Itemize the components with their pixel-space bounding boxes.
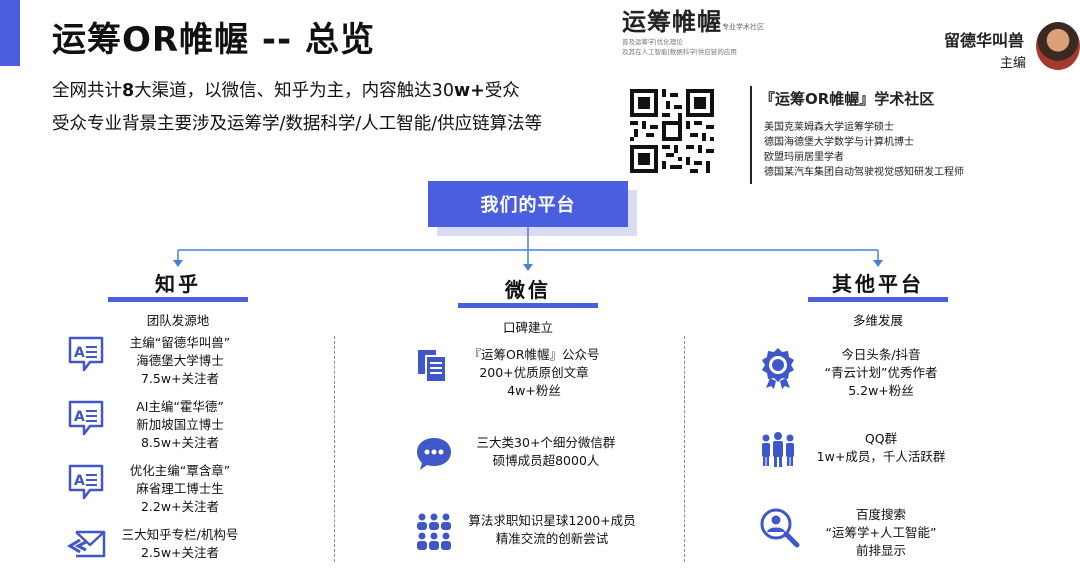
item-line: 5.2w+粉丝 <box>848 383 914 398</box>
logo-sub-2: 及其在人工智能|数据科学|供应链的应用 <box>622 48 737 56</box>
editor-role: 主编 <box>1000 56 1027 71</box>
logo-tagline: 专业学术社区 <box>722 23 764 31</box>
community-item: 德国某汽车集团自动驾驶视觉感知研发工程师 <box>764 167 964 178</box>
logo-sub-1: 普及运筹学|优化理论 <box>622 38 683 46</box>
item-line: 2.2w+关注者 <box>140 499 220 514</box>
item-line: 三大类30+个细分微信群 <box>476 435 616 450</box>
platform-box: 我们的平台 <box>428 181 628 227</box>
wechat-subtitle: 口碑建立 <box>502 320 553 335</box>
item-line: 1w+成员，千人活跃群 <box>816 449 946 464</box>
answer-bubble-icon: A <box>68 464 104 500</box>
column-divider <box>334 336 335 562</box>
item-line: 硕博成员超8000人 <box>492 453 600 468</box>
item-line: “青云计划”优秀作者 <box>824 365 938 380</box>
community-item: 美国克莱姆森大学运筹学硕士 <box>764 122 894 133</box>
answer-bubble-icon: A <box>68 336 104 372</box>
community-group-icon <box>417 513 451 550</box>
item-line: 200+优质原创文章 <box>479 365 589 380</box>
item-line: 前排显示 <box>855 543 906 558</box>
svg-text:A: A <box>74 409 85 425</box>
community-item: 欧盟玛丽居里学者 <box>764 152 844 163</box>
svg-text:A: A <box>74 345 85 361</box>
community-list: 美国克莱姆森大学运筹学硕士 德国海德堡大学数学与计算机博士 欧盟玛丽居里学者 德… <box>764 120 964 180</box>
other-subtitle: 多维发展 <box>852 313 903 328</box>
zhihu-subtitle: 团队发源地 <box>146 313 210 328</box>
item-line: 主编“留德华叫兽” <box>129 335 231 350</box>
item-line: 今日头条/抖音 <box>841 347 921 362</box>
item-line: “运筹学+人工智能” <box>825 525 937 540</box>
page-title: 运筹OR帷幄 -- 总览 <box>52 20 375 60</box>
accent-bar <box>0 0 20 66</box>
documents-icon <box>418 350 447 383</box>
chat-bubble-icon <box>417 438 451 470</box>
award-medal-icon <box>762 348 794 389</box>
item-line: 8.5w+关注者 <box>140 435 220 450</box>
qr-code <box>630 89 714 173</box>
community-item: 德国海德堡大学数学与计算机博士 <box>764 137 914 148</box>
zhihu-underline <box>108 297 248 302</box>
item-line: 『运筹OR帷幄』公众号 <box>468 347 600 362</box>
community-title: 『运筹OR帷幄』学术社区 <box>760 90 935 108</box>
item-line: 算法求职知识星球1200+成员 <box>468 513 636 528</box>
wechat-underline <box>458 303 598 308</box>
answer-bubble-icon: A <box>68 400 104 436</box>
item-line: 海德堡大学博士 <box>136 353 224 368</box>
item-line: 麻省理工博士生 <box>136 481 224 496</box>
people-group-icon <box>762 432 794 467</box>
editor-name: 留德华叫兽 <box>944 31 1025 50</box>
intro-line-1: 全网共计8大渠道，以微信、知乎为主，内容触达30w+受众 <box>52 81 520 101</box>
svg-text:A: A <box>74 473 85 489</box>
item-line: 三大知乎专栏/机构号 <box>121 527 239 542</box>
item-line: QQ群 <box>864 431 898 446</box>
item-line: 7.5w+关注者 <box>140 371 220 386</box>
other-underline <box>808 297 948 302</box>
item-line: AI主编“霍华德” <box>136 399 224 414</box>
item-line: 新加坡国立博士 <box>136 417 224 432</box>
brand-logo: 运筹帷幄 专业学术社区 普及运筹学|优化理论 及其在人工智能|数据科学|供应链的… <box>622 2 772 62</box>
search-user-icon <box>760 508 800 548</box>
wechat-heading: 微信 <box>505 278 551 302</box>
item-line: 4w+粉丝 <box>507 383 561 398</box>
intro-line-2: 受众专业背景主要涉及运筹学/数据科学/人工智能/供应链算法等 <box>52 114 543 134</box>
item-line: 优化主编“覃含章” <box>129 463 231 478</box>
zhihu-heading: 知乎 <box>155 272 201 296</box>
mail-send-icon <box>67 530 106 558</box>
avatar <box>1036 22 1080 70</box>
other-heading: 其他平台 <box>832 272 924 296</box>
community-divider <box>750 86 752 184</box>
item-line: 精准交流的创新尝试 <box>495 531 609 546</box>
column-divider <box>684 336 685 562</box>
item-line: 百度搜索 <box>855 507 906 522</box>
item-line: 2.5w+关注者 <box>140 545 220 560</box>
